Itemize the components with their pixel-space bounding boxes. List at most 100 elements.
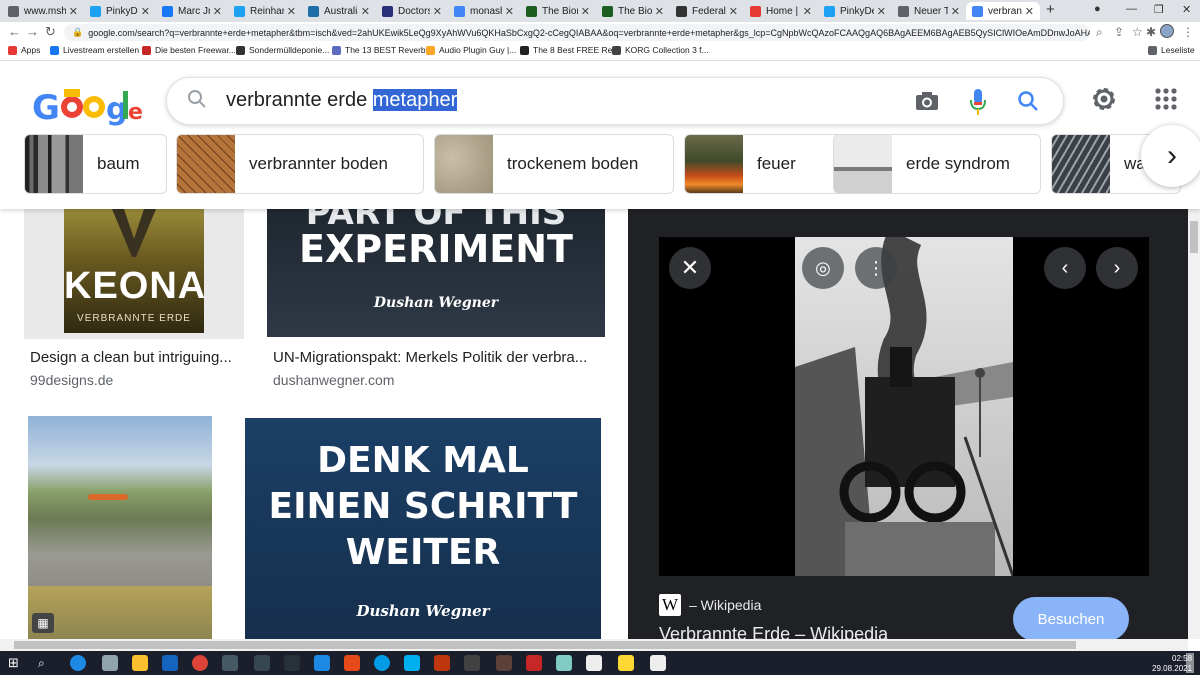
result-source[interactable]: 99designs.de — [30, 372, 113, 388]
zoom-icon[interactable]: ⌕ — [1096, 25, 1103, 40]
result-image-experiment[interactable]: PART OF THIS EXPERIMENT Dushan Wegner — [267, 209, 605, 337]
browser-tab[interactable]: Australian✕ — [302, 2, 376, 20]
bookmark-item[interactable]: Audio Plugin Guy |... — [426, 45, 516, 55]
chip-erde-syndrom[interactable]: erde syndrom — [833, 134, 1041, 194]
close-tab-icon[interactable]: ✕ — [729, 5, 738, 18]
bookmark-item[interactable]: Sondermülldeponie... — [236, 45, 329, 55]
bookmark-item[interactable]: The 8 Best FREE Re... — [520, 45, 619, 55]
close-tab-icon[interactable]: ✕ — [655, 5, 664, 18]
result-title[interactable]: UN-Migrationspakt: Merkels Politik der v… — [273, 349, 598, 366]
browser-tab[interactable]: www.msh ✕ — [2, 2, 84, 20]
preview-source[interactable]: W – Wikipedia — [659, 594, 761, 616]
chip-baum[interactable]: baum — [24, 134, 167, 194]
horizontal-scrollbar[interactable] — [0, 639, 1188, 651]
search-input[interactable]: verbrannte erde metapher — [226, 89, 458, 112]
close-tab-icon[interactable]: ✕ — [141, 5, 150, 18]
live-icon[interactable] — [284, 655, 300, 671]
browser-tab[interactable]: Home | Pi✕ — [744, 2, 818, 20]
browser-tab[interactable]: Marc JrSc✕ — [156, 2, 228, 20]
tab-search-icon[interactable]: ● — [1094, 3, 1101, 15]
result-source[interactable]: dushanwegner.com — [273, 372, 394, 388]
result-image-keona[interactable]: KEONA VERBRANNTE ERDE — [24, 209, 244, 339]
bookmark-item[interactable]: Die besten Freewar... — [142, 45, 236, 55]
browser-tab[interactable]: monash u✕ — [448, 2, 520, 20]
reload-icon[interactable]: ↻ — [45, 24, 56, 40]
browser-tab[interactable]: The Bionic✕ — [596, 2, 670, 20]
browser-tab[interactable]: Neuer Tab✕ — [892, 2, 966, 20]
app-icon[interactable] — [526, 655, 542, 671]
bookmark-item[interactable]: KORG Collection 3 f... — [612, 45, 709, 55]
chip-trockenem-boden[interactable]: trockenem boden — [434, 134, 674, 194]
microphone-icon[interactable] — [969, 88, 987, 116]
bookmark-apps[interactable]: Apps — [8, 45, 40, 55]
search-icon[interactable]: ⌕ — [38, 655, 54, 671]
reading-list[interactable]: Leseliste — [1148, 45, 1195, 55]
app-icon[interactable] — [222, 655, 238, 671]
file-explorer-icon[interactable] — [132, 655, 148, 671]
close-window-icon[interactable]: ✕ — [1182, 3, 1191, 16]
new-tab-icon[interactable]: + — [1046, 1, 1055, 18]
close-preview-icon[interactable]: ✕ — [669, 247, 711, 289]
browser-tab[interactable]: PinkyDef✕ — [818, 2, 892, 20]
scrollbar-thumb[interactable] — [14, 641, 1076, 649]
app-icon[interactable] — [344, 655, 360, 671]
browser-tab[interactable]: Reinhard✕ — [228, 2, 302, 20]
result-image-field[interactable]: ▦ — [28, 416, 212, 639]
menu-icon[interactable]: ⋮ — [1182, 25, 1194, 39]
close-tab-icon[interactable]: ✕ — [213, 5, 222, 18]
bookmark-item[interactable]: The 13 BEST Reverb... — [332, 45, 433, 55]
bookmark-star-icon[interactable]: ☆ — [1132, 25, 1143, 39]
back-icon[interactable]: ← — [8, 24, 21, 39]
close-tab-icon[interactable]: ✕ — [951, 5, 960, 18]
keyboard-icon[interactable] — [464, 655, 480, 671]
profile-avatar[interactable] — [1160, 24, 1174, 38]
address-bar[interactable]: 🔒 google.com/search?q=verbrannte+erde+me… — [64, 24, 1090, 41]
mail-icon[interactable] — [162, 655, 178, 671]
camera-search-icon[interactable] — [915, 90, 939, 112]
extensions-icon[interactable]: ✱ — [1146, 25, 1156, 39]
app-icon[interactable] — [618, 655, 634, 671]
app-icon[interactable] — [314, 655, 330, 671]
browser-tab[interactable]: PinkyDef✕ — [84, 2, 156, 20]
previous-image-chevron-icon[interactable]: ‹ — [1044, 247, 1086, 289]
close-tab-icon[interactable]: ✕ — [1025, 5, 1034, 18]
notification-icon[interactable] — [1186, 653, 1194, 673]
google-apps-icon[interactable] — [1154, 87, 1178, 111]
next-image-chevron-icon[interactable]: › — [1096, 247, 1138, 289]
store-icon[interactable] — [102, 655, 118, 671]
google-doodle-logo[interactable]: G g e — [30, 81, 145, 129]
restore-icon[interactable]: ❐ — [1154, 3, 1164, 16]
chip-verbrannter-boden[interactable]: verbrannter boden — [176, 134, 424, 194]
browser-tab[interactable]: The Bionic✕ — [520, 2, 596, 20]
close-tab-icon[interactable]: ✕ — [361, 5, 370, 18]
close-tab-icon[interactable]: ✕ — [69, 5, 78, 18]
edge-icon[interactable] — [70, 655, 86, 671]
app-icon[interactable] — [556, 655, 572, 671]
forward-icon[interactable]: → — [26, 24, 39, 39]
lens-search-icon[interactable]: ◎ — [802, 247, 844, 289]
browser-tab-active[interactable]: verbrannt✕ — [966, 2, 1040, 20]
browser-tab[interactable]: Federal fu✕ — [670, 2, 744, 20]
skype-icon[interactable] — [404, 655, 420, 671]
more-options-icon[interactable]: ⋮ — [855, 247, 897, 289]
visit-button[interactable]: Besuchen — [1013, 597, 1129, 639]
bookmark-item[interactable]: Livestream erstellen — [50, 45, 139, 55]
result-image-denk-mal[interactable]: DENK MAL EINEN SCHRITT WEITER Dushan Weg… — [245, 418, 601, 639]
chrome-icon[interactable] — [192, 655, 208, 671]
vertical-scrollbar[interactable] — [1188, 209, 1200, 639]
minimize-icon[interactable]: — — [1126, 3, 1137, 15]
windows-start-icon[interactable]: ⊞ — [8, 655, 24, 671]
close-tab-icon[interactable]: ✕ — [287, 5, 296, 18]
close-tab-icon[interactable]: ✕ — [505, 5, 514, 18]
close-tab-icon[interactable]: ✕ — [581, 5, 590, 18]
share-icon[interactable]: ⇪ — [1114, 25, 1124, 39]
search-submit-icon[interactable] — [1017, 90, 1039, 112]
app-icon[interactable] — [586, 655, 602, 671]
app-icon[interactable] — [434, 655, 450, 671]
scrollbar-thumb[interactable] — [1190, 221, 1198, 253]
notes-icon[interactable] — [650, 655, 666, 671]
close-tab-icon[interactable]: ✕ — [433, 5, 442, 18]
chips-next-chevron-icon[interactable]: › — [1141, 125, 1200, 187]
telegram-icon[interactable] — [374, 655, 390, 671]
chip-feuer[interactable]: feuer — [684, 134, 844, 194]
